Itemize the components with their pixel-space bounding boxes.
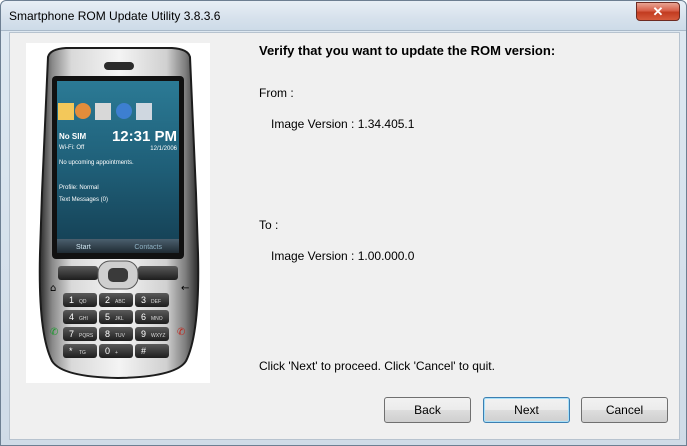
phone-key-letters: ABC — [115, 299, 126, 305]
screen-appointments: No upcoming appointments. — [59, 160, 134, 166]
wizard-window: Smartphone ROM Update Utility 3.8.3.6 ✕ — [0, 0, 687, 446]
softkey-right-label: Contacts — [134, 244, 162, 251]
close-icon: ✕ — [652, 4, 664, 19]
to-label: To : — [259, 218, 279, 232]
from-label: From : — [259, 86, 294, 100]
phone-key-letters: MNO — [151, 316, 163, 322]
screen-wifi: Wi-Fi: Off — [59, 145, 85, 151]
instruction-text: Click 'Next' to proceed. Click 'Cancel' … — [259, 359, 495, 373]
phone-key-label: 9 — [141, 329, 146, 339]
window-title: Smartphone ROM Update Utility 3.8.3.6 — [9, 9, 221, 23]
to-image-version: Image Version : 1.00.000.0 — [271, 249, 415, 263]
speaker — [104, 62, 134, 70]
screen-time: 12:31 PM — [112, 128, 177, 145]
phone-key-label: 2 — [105, 295, 110, 305]
softkey-left-label: Start — [76, 244, 91, 251]
phone-key-letters: WXYZ — [151, 333, 165, 339]
phone-key-label: 5 — [105, 312, 110, 322]
phone-key-letters: DEF — [151, 299, 161, 305]
screen-date: 12/1/2006 — [150, 146, 177, 152]
phone-key-letters: TUV — [115, 333, 126, 339]
smartphone-image: No SIM Wi-Fi: Off 12:31 PM 12/1/2006 No … — [38, 47, 200, 380]
phone-key-label: * — [69, 346, 73, 356]
cancel-button[interactable]: Cancel — [581, 397, 668, 423]
close-button[interactable]: ✕ — [636, 2, 680, 21]
phone-key-letters: TG — [79, 350, 86, 356]
wizard-content: No SIM Wi-Fi: Off 12:31 PM 12/1/2006 No … — [9, 32, 680, 440]
phone-key-label: # — [141, 346, 146, 356]
next-button[interactable]: Next — [483, 397, 570, 423]
screen-sim: No SIM — [59, 132, 86, 141]
page-heading: Verify that you want to update the ROM v… — [259, 43, 556, 58]
svg-text:✆: ✆ — [177, 327, 185, 338]
phone-image-panel: No SIM Wi-Fi: Off 12:31 PM 12/1/2006 No … — [26, 43, 210, 383]
phone-key-letters: GHI — [79, 316, 88, 322]
from-image-version: Image Version : 1.34.405.1 — [271, 117, 415, 131]
screen-profile: Profile: Normal — [59, 185, 99, 191]
phone-key-label: 0 — [105, 346, 110, 356]
phone-key-label: 4 — [69, 312, 74, 322]
screen-messages: Text Messages (0) — [59, 197, 108, 203]
phone-key-letters: + — [115, 350, 118, 356]
phone-key-label: 3 — [141, 295, 146, 305]
phone-key-label: 1 — [69, 295, 74, 305]
phone-key-letters: PQRS — [79, 333, 94, 339]
phone-key-letters: JKL — [115, 316, 124, 322]
svg-text:←: ← — [181, 283, 189, 294]
back-button[interactable]: Back — [384, 397, 471, 423]
phone-key-letters: QD — [79, 299, 87, 305]
phone-key-label: 7 — [69, 329, 74, 339]
svg-text:✆: ✆ — [50, 327, 58, 338]
title-bar[interactable]: Smartphone ROM Update Utility 3.8.3.6 ✕ — [1, 1, 686, 31]
svg-text:⌂: ⌂ — [50, 283, 56, 294]
phone-key-label: 6 — [141, 312, 146, 322]
phone-key-label: 8 — [105, 329, 110, 339]
